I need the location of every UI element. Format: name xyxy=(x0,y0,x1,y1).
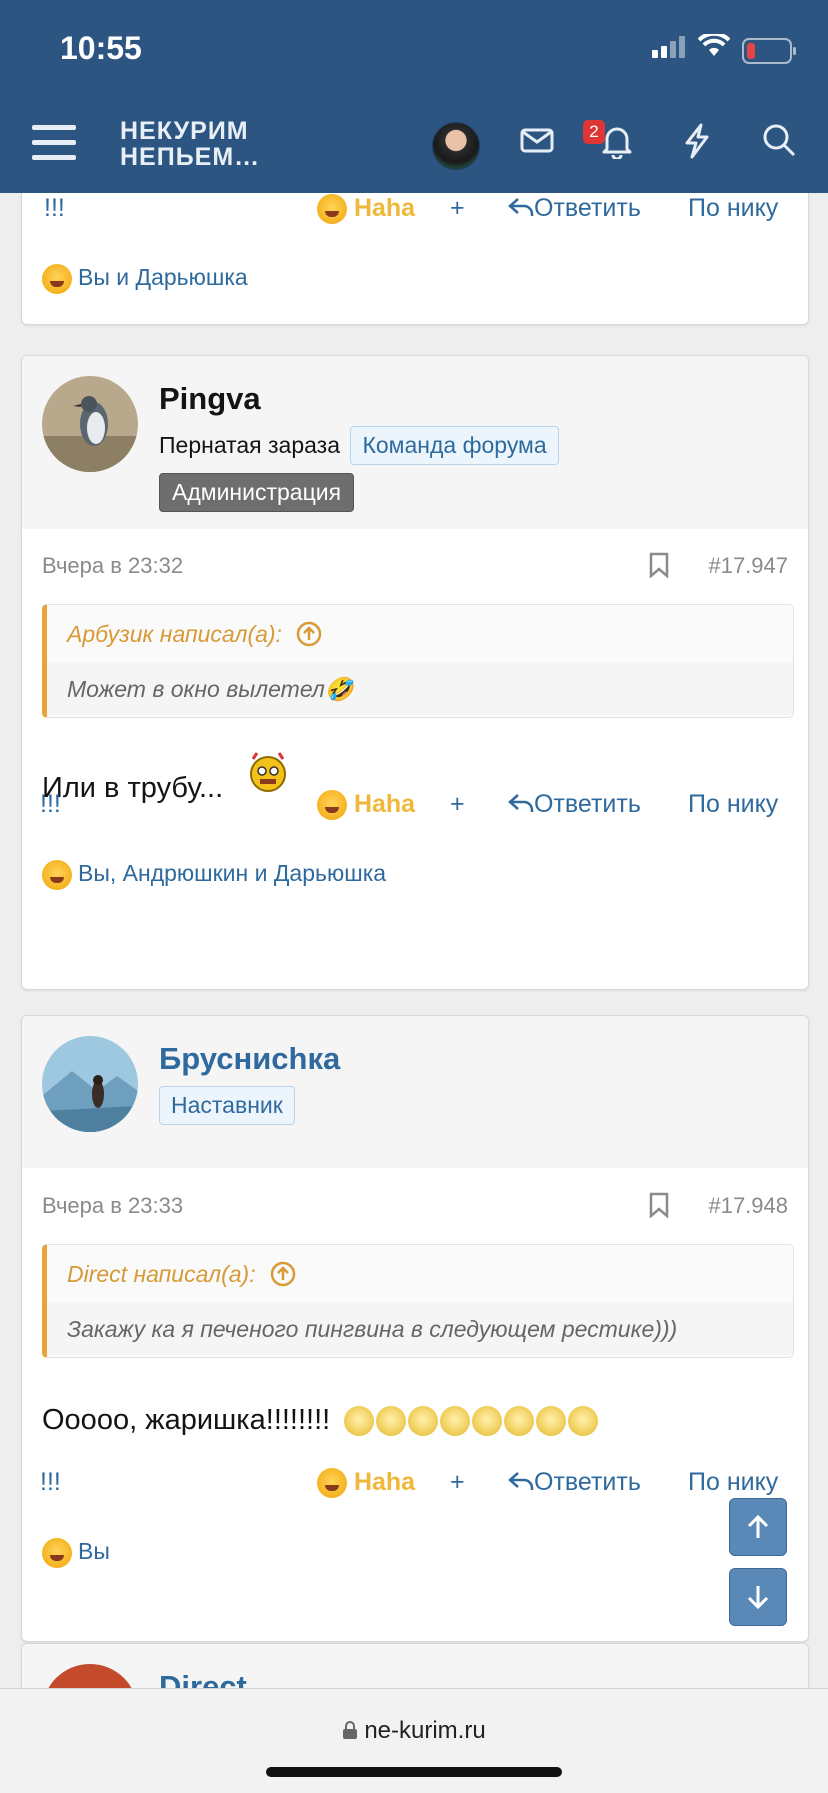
menu-icon[interactable] xyxy=(32,125,76,170)
by-nick-button[interactable]: По нику xyxy=(688,790,778,819)
wifi-icon xyxy=(698,34,730,56)
reply-icon xyxy=(508,794,534,812)
quote-block: Арбузик написал(а): Может в окно вылетел… xyxy=(42,604,794,718)
bookmark-icon[interactable] xyxy=(648,552,670,578)
post-date[interactable]: Вчера в 23:32 xyxy=(42,553,183,579)
exclaim-button[interactable]: !!! xyxy=(44,194,65,223)
emoji-icon xyxy=(568,1406,599,1437)
author-avatar[interactable] xyxy=(42,376,138,472)
reactions-summary[interactable]: Вы xyxy=(42,1538,110,1568)
arrow-up-circle-icon[interactable] xyxy=(270,1261,296,1287)
exclaim-button[interactable]: !!! xyxy=(40,1468,61,1497)
author-name[interactable]: Бруснисhка xyxy=(159,1041,340,1077)
post-message: Ооооо, жаришка!!!!!!!! xyxy=(42,1404,600,1437)
laugh-emoji-icon xyxy=(42,264,72,294)
bookmark-icon[interactable] xyxy=(648,1192,670,1218)
emoji-icon xyxy=(536,1406,567,1437)
quote-text: Может в окно вылетел🤣 xyxy=(47,663,793,715)
reply-button[interactable]: Ответить xyxy=(508,1468,641,1497)
role-tag-row: Администрация xyxy=(159,473,355,512)
post-actions: !!! Haha + Ответить По нику xyxy=(22,1468,808,1508)
landscape-avatar-image xyxy=(42,1036,138,1132)
quote-text: Закажу ка я печеного пингвина в следующе… xyxy=(47,1303,793,1355)
quote-block: Direct написал(а): Закажу ка я печеного … xyxy=(42,1244,794,1358)
scroll-up-button[interactable] xyxy=(729,1498,787,1556)
reply-button[interactable]: Ответить xyxy=(508,194,641,223)
home-indicator xyxy=(266,1767,562,1777)
reactions-summary[interactable]: Вы, Андрюшкин и Дарьюшка xyxy=(42,860,386,890)
post-card: !!! Haha + Ответить По нику Вы и Дарьюшк… xyxy=(21,183,809,325)
bell-icon[interactable] xyxy=(600,123,634,159)
quote-author-row[interactable]: Арбузик написал(а): xyxy=(47,605,793,663)
emoji-icon xyxy=(472,1406,503,1437)
quote-author-row[interactable]: Direct написал(а): xyxy=(47,1245,793,1303)
post-number[interactable]: #17.947 xyxy=(708,553,788,579)
mail-icon[interactable] xyxy=(520,123,554,157)
reactions-summary[interactable]: Вы и Дарьюшка xyxy=(42,264,248,294)
role-tag-row: Наставник xyxy=(159,1086,295,1125)
add-reaction-button[interactable]: + xyxy=(450,1468,465,1497)
arrow-down-icon xyxy=(747,1586,769,1610)
haha-button[interactable]: Haha xyxy=(317,1468,415,1499)
user-avatar[interactable] xyxy=(432,122,480,170)
site-logo[interactable]: НЕКУРИМ НЕПЬЕМ… xyxy=(120,118,260,170)
battery-icon xyxy=(742,38,796,64)
author-name[interactable]: Pingva xyxy=(159,381,261,417)
signal-icon xyxy=(652,36,685,58)
add-reaction-button[interactable]: + xyxy=(450,194,465,223)
laugh-emoji-icon xyxy=(317,1468,347,1499)
address-url[interactable]: ne-kurim.ru xyxy=(0,1717,828,1745)
status-time: 10:55 xyxy=(60,30,142,66)
emoji-row xyxy=(344,1404,600,1437)
post-author-block: Бруснисhка Наставник xyxy=(22,1016,808,1168)
author-title-row: Пернатая зараза Команда форума xyxy=(159,426,559,465)
browser-address-bar[interactable]: ne-kurim.ru xyxy=(0,1688,828,1793)
haha-button[interactable]: Haha xyxy=(317,790,415,821)
haha-button[interactable]: Haha xyxy=(317,194,415,225)
post-date[interactable]: Вчера в 23:33 xyxy=(42,1193,183,1219)
emoji-icon xyxy=(504,1406,535,1437)
author-avatar[interactable] xyxy=(42,1036,138,1132)
search-icon[interactable] xyxy=(762,123,796,157)
scroll-down-button[interactable] xyxy=(729,1568,787,1626)
add-reaction-button[interactable]: + xyxy=(450,790,465,819)
emoji-icon xyxy=(440,1406,471,1437)
by-nick-button[interactable]: По нику xyxy=(688,1468,778,1497)
reply-icon xyxy=(508,198,534,216)
reply-button[interactable]: Ответить xyxy=(508,790,641,819)
laugh-emoji-icon xyxy=(42,860,72,890)
post-author-block: Pingva Пернатая зараза Команда форума Ад… xyxy=(22,356,808,529)
author-title: Пернатая зараза xyxy=(159,432,341,458)
emoji-icon xyxy=(376,1406,407,1437)
laugh-emoji-icon xyxy=(42,1538,72,1568)
penguin-avatar-image xyxy=(42,376,138,472)
app-header: 10:55 НЕКУРИМ НЕПЬЕМ… 2 xyxy=(0,0,828,193)
post-actions: !!! Haha + Ответить По нику xyxy=(22,790,808,830)
laugh-emoji-icon xyxy=(317,194,347,225)
exclaim-button[interactable]: !!! xyxy=(40,790,61,819)
smiley-sticker-icon xyxy=(250,752,287,792)
emoji-icon xyxy=(408,1406,439,1437)
emoji-icon xyxy=(344,1406,375,1437)
post-number[interactable]: #17.948 xyxy=(708,1193,788,1219)
arrow-up-icon xyxy=(747,1514,769,1538)
post-actions: !!! Haha + Ответить По нику xyxy=(22,194,808,234)
lightning-icon[interactable] xyxy=(682,123,712,159)
post-card: Pingva Пернатая зараза Команда форума Ад… xyxy=(21,355,809,990)
by-nick-button[interactable]: По нику xyxy=(688,194,778,223)
arrow-up-circle-icon[interactable] xyxy=(296,621,322,647)
post-card: Бруснисhка Наставник Вчера в 23:33 #17.9… xyxy=(21,1015,809,1642)
role-tag: Наставник xyxy=(159,1086,295,1125)
lock-icon xyxy=(343,1721,358,1739)
role-tag: Команда форума xyxy=(350,426,559,465)
reply-icon xyxy=(508,1472,534,1490)
role-tag: Администрация xyxy=(159,473,355,512)
laugh-emoji-icon xyxy=(317,790,347,821)
